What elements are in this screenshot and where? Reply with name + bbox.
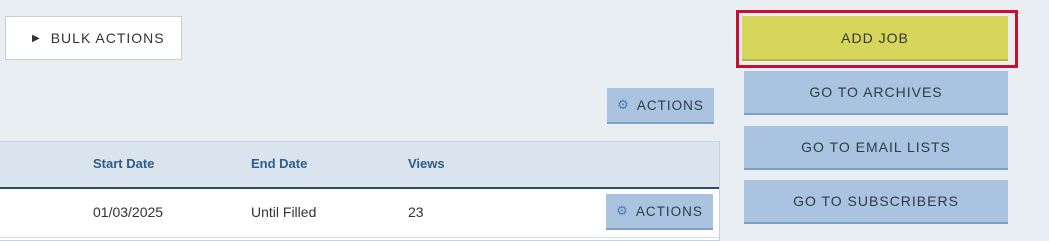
go-to-archives-label: GO TO ARCHIVES: [809, 84, 943, 100]
bulk-actions-button[interactable]: ▶ BULK ACTIONS: [5, 16, 182, 60]
go-to-archives-button[interactable]: GO TO ARCHIVES: [744, 71, 1008, 115]
add-job-button[interactable]: ADD JOB: [742, 16, 1008, 61]
actions-label: ACTIONS: [636, 97, 704, 113]
go-to-subscribers-button[interactable]: GO TO SUBSCRIBERS: [744, 180, 1008, 224]
views-cell: 23: [408, 204, 424, 220]
play-icon: ▶: [32, 32, 41, 44]
start-date-cell: 01/03/2025: [93, 204, 164, 220]
column-header-views[interactable]: Views: [408, 156, 445, 171]
end-date-cell: Until Filled: [251, 204, 317, 220]
column-header-start-date[interactable]: Start Date: [93, 156, 154, 171]
bulk-actions-label: BULK ACTIONS: [50, 30, 165, 46]
row-actions-label: ACTIONS: [635, 203, 703, 219]
go-to-email-lists-button[interactable]: GO TO EMAIL LISTS: [744, 126, 1008, 170]
gear-icon: ⚙: [617, 97, 630, 112]
row-divider: [0, 237, 719, 238]
add-job-label: ADD JOB: [841, 29, 909, 46]
row-actions-button[interactable]: ⚙ ACTIONS: [606, 194, 713, 230]
column-header-end-date[interactable]: End Date: [251, 156, 307, 171]
table-header: Start Date End Date Views: [0, 142, 719, 189]
actions-button[interactable]: ⚙ ACTIONS: [607, 88, 714, 124]
gear-icon: ⚙: [616, 203, 629, 218]
go-to-email-lists-label: GO TO EMAIL LISTS: [801, 139, 951, 155]
go-to-subscribers-label: GO TO SUBSCRIBERS: [793, 193, 959, 209]
